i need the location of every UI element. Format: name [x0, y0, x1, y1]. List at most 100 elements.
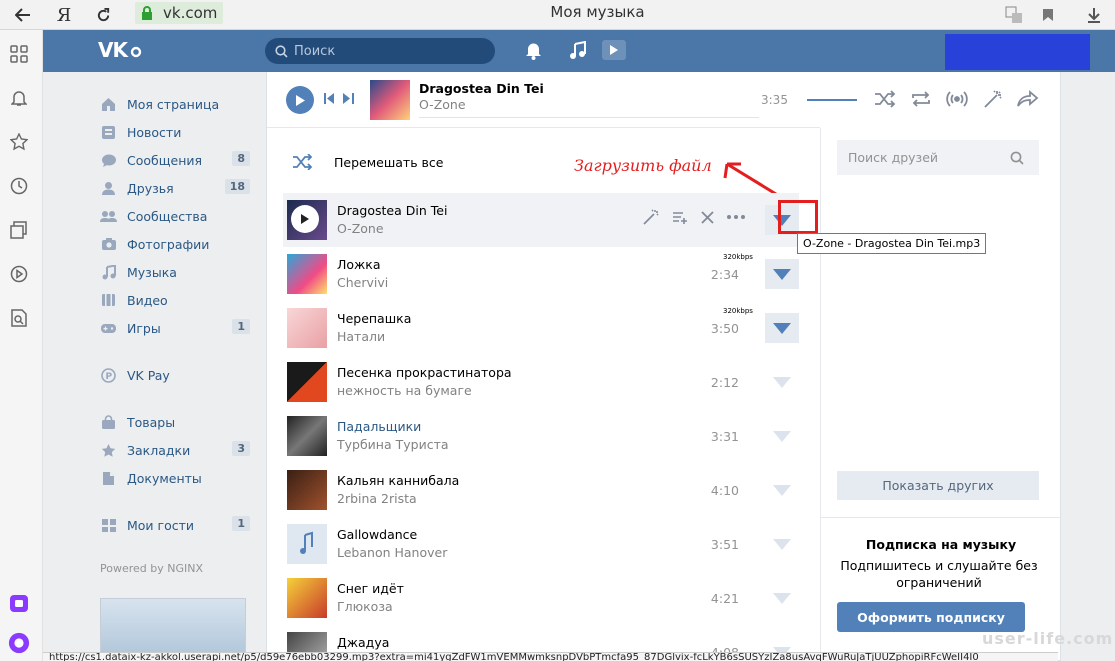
track-title: Черепашка [337, 311, 412, 326]
track-cover[interactable] [287, 362, 327, 402]
market-icon [100, 414, 117, 431]
browser-toolbar: Я vk.com Моя музыка [0, 0, 1115, 30]
alice-app-icon[interactable] [8, 592, 30, 614]
friends-search-box[interactable] [837, 140, 1039, 175]
download-button[interactable] [765, 475, 799, 505]
track-play-button[interactable] [291, 205, 319, 233]
more-icon[interactable] [727, 215, 745, 219]
track-cover[interactable] [287, 470, 327, 510]
menu-item-5[interactable]: Сообщества [100, 202, 260, 230]
star-icon[interactable] [8, 131, 30, 153]
track-artist[interactable]: 2rbina 2rista [337, 491, 417, 506]
volume-slider[interactable] [807, 99, 857, 101]
subscribe-button[interactable]: Оформить подписку [837, 602, 1025, 632]
menu-item-13[interactable]: Документы [100, 464, 260, 492]
remove-icon[interactable] [701, 210, 714, 224]
menu-item-9[interactable]: Игры 1 [100, 314, 260, 342]
track-row[interactable]: Кальян каннибала 2rbina 2rista 4:10 [283, 463, 799, 517]
menu-item-14[interactable]: Мои гости 1 [100, 511, 260, 539]
track-artist[interactable]: Глюкоза [337, 599, 393, 614]
download-button[interactable] [765, 259, 799, 289]
track-row[interactable]: Черепашка Натали 3:50 320kbps [283, 301, 799, 355]
broadcast-icon[interactable] [946, 90, 968, 108]
track-artist[interactable]: Турбина Туриста [337, 437, 449, 452]
download-button[interactable] [765, 367, 799, 397]
menu-item-1[interactable]: Моя страница [100, 90, 260, 118]
play-circle-icon[interactable] [8, 263, 30, 285]
track-cover[interactable] [287, 416, 327, 456]
menu-item-6[interactable]: Фотографии [100, 230, 260, 258]
track-artist[interactable]: нежность на бумаге [337, 383, 472, 398]
bookmark-icon[interactable] [1037, 4, 1059, 26]
add-to-queue-icon[interactable] [672, 210, 688, 224]
recommendations-icon[interactable] [643, 209, 659, 225]
track-artist[interactable]: Chervivi [337, 275, 388, 290]
download-button[interactable] [765, 421, 799, 451]
browser-sidebar [0, 30, 43, 661]
friends-search-input[interactable] [848, 150, 1008, 165]
menu-item-2[interactable]: Новости [100, 118, 260, 146]
track-artist[interactable]: Lebanon Hanover [337, 545, 447, 560]
search-page-icon[interactable] [8, 307, 30, 329]
menu-item-8[interactable]: Видео [100, 286, 260, 314]
menu-item-3[interactable]: Сообщения 8 [100, 146, 260, 174]
history-icon[interactable] [8, 175, 30, 197]
shuffle-icon[interactable] [874, 90, 896, 108]
search-input[interactable] [294, 43, 474, 59]
next-track-icon[interactable] [343, 93, 354, 104]
collections-icon[interactable] [8, 219, 30, 241]
download-icon[interactable] [1083, 4, 1105, 26]
menu-item-label: Новости [127, 124, 182, 140]
track-cover[interactable] [287, 254, 327, 294]
play-button[interactable] [286, 86, 314, 114]
home-icon [100, 96, 117, 113]
track-row[interactable]: Dragostea Din Tei O-Zone [283, 193, 818, 247]
menu-item-11[interactable]: Товары [100, 408, 260, 436]
bell-icon[interactable] [8, 87, 30, 109]
menu-counter-badge: 18 [224, 179, 250, 194]
news-icon [100, 124, 117, 141]
download-button[interactable] [765, 529, 799, 559]
download-button[interactable] [765, 583, 799, 613]
download-button[interactable] [765, 313, 799, 343]
menu-item-4[interactable]: Друзья 18 [100, 174, 260, 202]
translate-icon[interactable] [1003, 4, 1025, 26]
show-more-friends-button[interactable]: Показать других [837, 471, 1039, 500]
menu-item-12[interactable]: Закладки 3 [100, 436, 260, 464]
search-icon [275, 44, 288, 58]
subscription-text: Подпишитесь и слушайте без ограничений [840, 558, 1038, 590]
track-row[interactable]: Песенка прокрастинатора нежность на бумаг… [283, 355, 799, 409]
search-box[interactable] [265, 38, 495, 64]
repeat-icon[interactable] [910, 90, 932, 108]
track-row[interactable]: Ложка Chervivi 2:34 320kbps [283, 247, 799, 301]
grid-icon[interactable] [8, 43, 30, 65]
alice-assistant-icon[interactable] [8, 632, 30, 654]
music-note-icon[interactable] [569, 41, 586, 60]
vk-logo[interactable]: VK [98, 38, 142, 62]
track-row[interactable]: Снег идёт Глюкоза 4:21 [283, 571, 799, 625]
notifications-bell-icon[interactable] [525, 41, 542, 60]
menu-item-label: Игры [127, 320, 161, 336]
track-cover[interactable] [287, 308, 327, 348]
track-row[interactable]: Падальщики Турбина Туриста 3:31 [283, 409, 799, 463]
profile-area-redacted[interactable] [945, 34, 1090, 70]
track-cover[interactable] [287, 578, 327, 618]
previous-track-icon[interactable] [324, 93, 335, 104]
header-play-button[interactable] [602, 40, 626, 60]
menu-item-label: Товары [127, 414, 176, 430]
track-cover[interactable] [287, 524, 327, 564]
track-title: Песенка прокрастинатора [337, 365, 512, 380]
shuffle-all-button[interactable]: Перемешать все [292, 154, 444, 170]
player-track-artist[interactable]: O-Zone [419, 97, 466, 112]
menu-counter-badge: 1 [232, 319, 250, 334]
track-artist[interactable]: Натали [337, 329, 385, 344]
progress-bar[interactable] [419, 117, 759, 118]
browser-status-url: https://cs1.dataix-kz-akkol.userapi.net/… [43, 652, 1058, 661]
menu-item-label: Видео [127, 292, 168, 308]
track-artist[interactable]: O-Zone [337, 221, 384, 236]
menu-item-7[interactable]: Музыка [100, 258, 260, 286]
share-icon[interactable] [1017, 90, 1039, 108]
menu-item-10[interactable]: P VK Pay [100, 361, 260, 389]
track-row[interactable]: Gallowdance Lebanon Hanover 3:51 [283, 517, 799, 571]
recommendations-icon[interactable] [983, 90, 1003, 108]
